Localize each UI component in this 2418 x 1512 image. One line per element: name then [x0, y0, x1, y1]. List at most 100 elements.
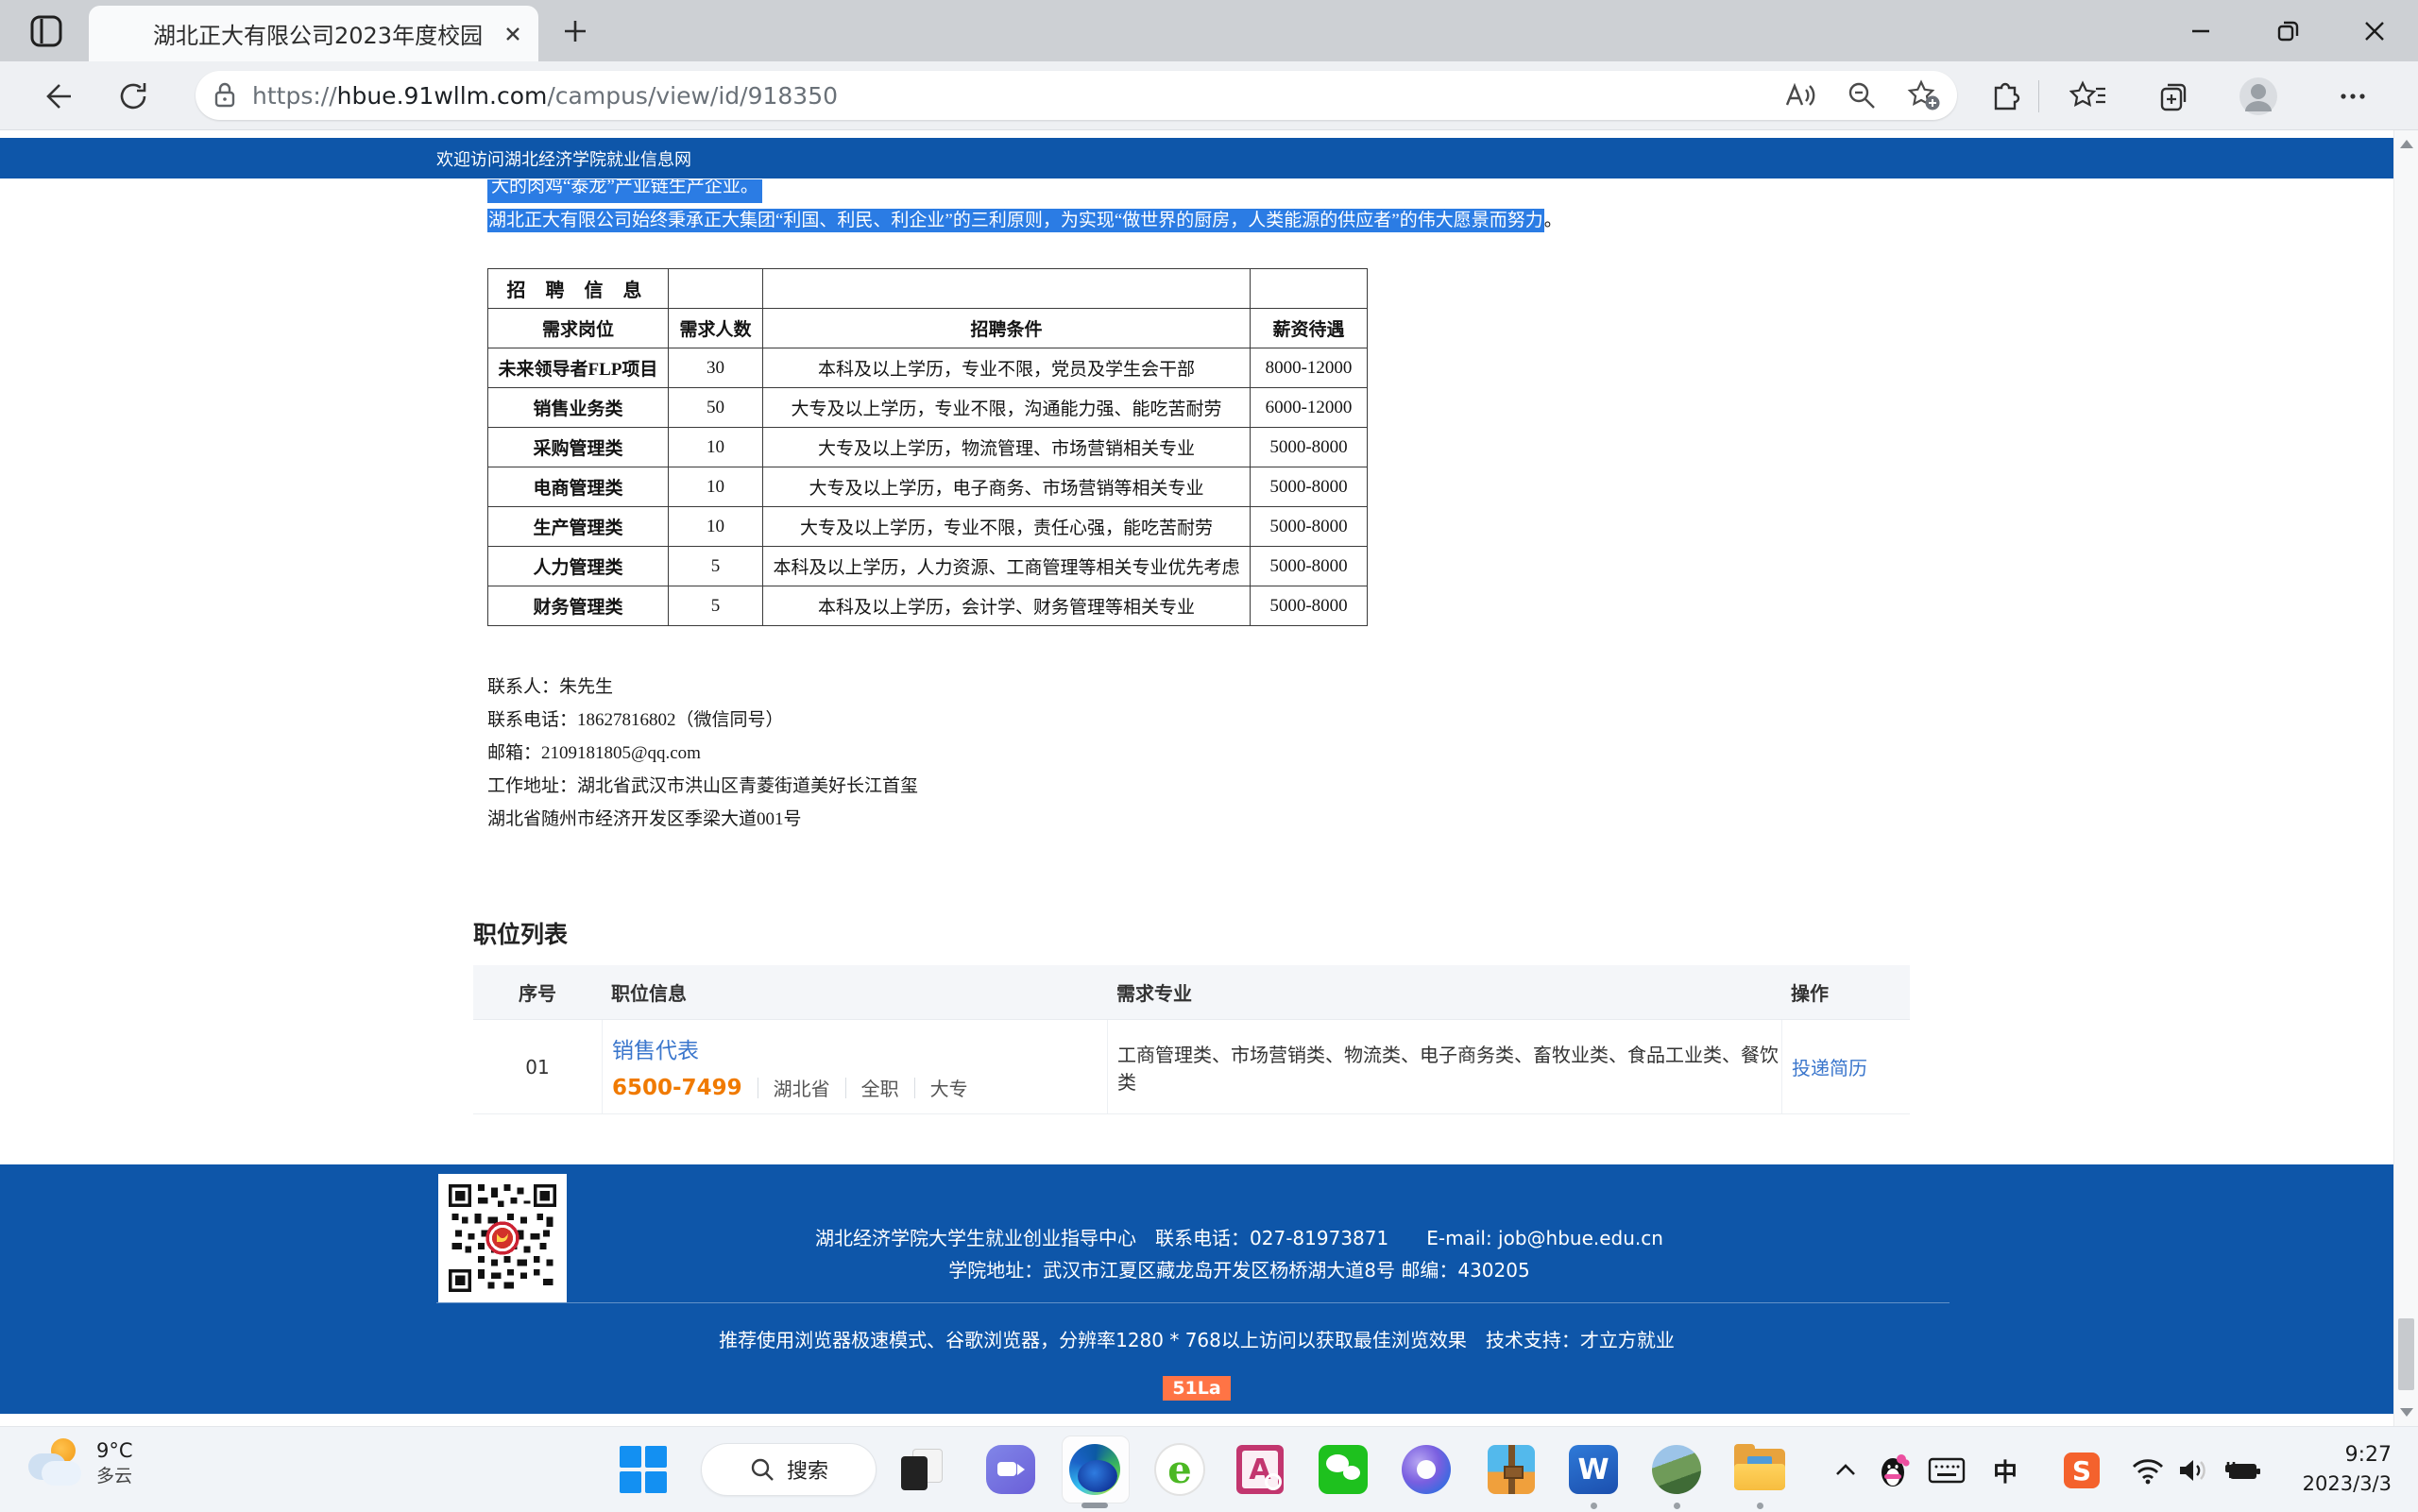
job-list-table: 序号 职位信息 需求专业 操作 01 销售代表 6500-7499 湖北省 全职… [473, 965, 1910, 1114]
ime-indicator[interactable]: 中 [1984, 1450, 2026, 1491]
footer-address-line: 学院地址：武汉市江夏区藏龙岛开发区杨桥湖大道8号 邮编：430205 [0, 1255, 2393, 1283]
photos-running-indicator [1674, 1503, 1680, 1509]
weather-temp: 9°C [96, 1438, 133, 1464]
volume-icon[interactable] [2172, 1450, 2214, 1491]
back-icon[interactable] [34, 75, 77, 118]
taskbar: 9°C 多云 搜索 e A W 中 S [0, 1426, 2418, 1512]
collections-icon[interactable] [2152, 75, 2195, 118]
job-list-header-row: 序号 职位信息 需求专业 操作 [473, 965, 1910, 1020]
meta-separator [845, 1078, 846, 1098]
site-banner: 欢迎访问湖北经济学院就业信息网 [0, 138, 2393, 178]
restore-button[interactable] [2244, 0, 2331, 61]
wifi-icon[interactable] [2127, 1450, 2169, 1491]
browser-tab[interactable]: 湖北正大有限公司2023年度校园 [89, 6, 538, 61]
task-view-button[interactable] [896, 1444, 947, 1495]
qq-tray-icon[interactable] [1872, 1450, 1914, 1491]
settings-menu-icon[interactable] [2331, 75, 2375, 118]
page-scrollbar[interactable] [2393, 130, 2418, 1426]
contact-address-2: 湖北省随州市经济开发区季梁大道001号 [487, 803, 918, 836]
meta-separator [914, 1078, 915, 1098]
minimize-button[interactable] [2157, 0, 2244, 61]
contact-address-1: 工作地址：湖北省武汉市洪山区青菱街道美好长江首玺 [487, 770, 918, 803]
table-row: 人力管理类 5 本科及以上学历，人力资源、工商管理等相关专业优先考虑 5000-… [488, 547, 1368, 586]
360-browser-icon[interactable]: e [1154, 1444, 1205, 1495]
job-salary: 6500-7499 [612, 1076, 742, 1100]
close-button[interactable] [2331, 0, 2418, 61]
add-favorite-icon[interactable] [1906, 78, 1942, 112]
banner-text: 欢迎访问湖北经济学院就业信息网 [436, 146, 691, 171]
scroll-up-arrow[interactable] [2400, 140, 2413, 148]
table-header-row: 需求岗位 需求人数 招聘条件 薪资待遇 [488, 309, 1368, 348]
zoom-out-icon[interactable] [1846, 79, 1878, 111]
job-row[interactable]: 01 销售代表 6500-7499 湖北省 全职 大专 工商管理类、市场营销类、… [473, 1020, 1910, 1114]
selected-text-line: 湖北正大有限公司始终秉承正大集团“利国、利民、利企业”的三利原则，为实现“做世界… [487, 206, 1562, 231]
col-header-majors: 需求专业 [1107, 978, 1781, 1006]
job-degree: 大专 [930, 1074, 968, 1101]
sogou-tray-icon[interactable]: S [2061, 1450, 2103, 1491]
table-title-row: 招 聘 信 息 [488, 269, 1368, 309]
url-scheme: https:// [252, 82, 337, 110]
footer-divider [436, 1302, 1950, 1303]
contact-person: 联系人：朱先生 [487, 671, 918, 704]
job-majors: 工商管理类、市场营销类、物流类、电子商务类、畜牧业类、食品工业类、餐饮类 [1107, 1020, 1781, 1113]
read-aloud-icon[interactable] [1783, 80, 1817, 110]
url-text: https://hbue.91wllm.com/campus/view/id/9… [252, 82, 1764, 110]
job-location: 湖北省 [774, 1074, 830, 1101]
word-app-icon[interactable]: W [1568, 1444, 1619, 1495]
extensions-icon[interactable] [1984, 75, 2027, 118]
weather-condition: 多云 [96, 1464, 133, 1489]
apply-resume-link[interactable]: 投递简历 [1781, 1020, 1910, 1113]
job-no: 01 [473, 1020, 602, 1113]
footer-notice-line: 推荐使用浏览器极速模式、谷歌浏览器，分辨率1280 * 768以上访问以获取最佳… [0, 1325, 2393, 1352]
job-info-cell: 销售代表 6500-7499 湖北省 全职 大专 [602, 1020, 1107, 1113]
lock-icon[interactable] [211, 80, 239, 110]
zip-app-icon[interactable] [1486, 1444, 1537, 1495]
job-list-heading: 职位列表 [473, 916, 568, 950]
table-row: 电商管理类 10 大专及以上学历，电子商务、市场营销等相关专业 5000-800… [488, 467, 1368, 507]
job-title-link[interactable]: 销售代表 [612, 1032, 699, 1064]
browser-toolbar: https://hbue.91wllm.com/campus/view/id/9… [0, 61, 2418, 130]
tab-close-icon[interactable] [501, 22, 525, 46]
touch-keyboard-icon[interactable] [1926, 1450, 1967, 1491]
contact-phone: 联系电话：18627816802（微信同号） [487, 704, 918, 737]
weather-icon [26, 1436, 85, 1491]
scrollbar-thumb[interactable] [2398, 1318, 2414, 1390]
weather-widget[interactable]: 9°C 多云 [26, 1436, 133, 1491]
selected-text-line-clipped: 大的肉鸡“泰龙”产业链生产企业。 [487, 179, 762, 203]
tab-title: 湖北正大有限公司2023年度校园 [153, 17, 499, 50]
analytics-badge[interactable]: 51La [0, 1376, 2393, 1401]
edge-app-icon[interactable] [1069, 1444, 1120, 1495]
explorer-running-indicator [1757, 1503, 1763, 1509]
profile-avatar[interactable] [2237, 75, 2280, 118]
battery-icon[interactable] [2222, 1450, 2263, 1491]
copilot-app-icon[interactable] [1401, 1444, 1452, 1495]
clock-widget[interactable]: 9:27 2023/3/3 [2303, 1440, 2392, 1499]
file-explorer-icon[interactable] [1734, 1444, 1785, 1495]
word-running-indicator [1591, 1503, 1597, 1509]
wechat-app-icon[interactable] [1318, 1444, 1369, 1495]
start-button[interactable] [620, 1446, 667, 1493]
access-app-icon[interactable]: A [1235, 1444, 1286, 1495]
toolbar-separator [2038, 80, 2039, 112]
clock-date: 2023/3/3 [2303, 1470, 2392, 1499]
col-header-info: 职位信息 [602, 978, 1107, 1006]
favorites-icon[interactable] [2067, 75, 2110, 118]
table-row: 财务管理类 5 本科及以上学历，会计学、财务管理等相关专业 5000-8000 [488, 586, 1368, 626]
col-header-no: 序号 [473, 978, 602, 1006]
recruitment-table: 招 聘 信 息 需求岗位 需求人数 招聘条件 薪资待遇 未来领导者FLP项目 3… [487, 268, 1368, 626]
url-host: hbue.91wllm.com [337, 82, 548, 110]
clock-time: 9:27 [2303, 1440, 2392, 1470]
search-label: 搜索 [787, 1454, 828, 1485]
tray-chevron-icon[interactable] [1825, 1450, 1866, 1491]
taskbar-search[interactable]: 搜索 [701, 1443, 877, 1496]
address-bar[interactable]: https://hbue.91wllm.com/campus/view/id/9… [196, 71, 1957, 120]
workspaces-icon[interactable] [28, 13, 64, 49]
edge-running-indicator [1081, 1503, 1108, 1508]
chat-app-icon[interactable] [985, 1444, 1036, 1495]
browser-titlebar: 湖北正大有限公司2023年度校园 [0, 0, 2418, 61]
new-tab-button[interactable] [559, 15, 591, 47]
refresh-icon[interactable] [111, 75, 155, 118]
table-title: 招 聘 信 息 [488, 269, 669, 309]
photos-app-icon[interactable] [1651, 1444, 1702, 1495]
scroll-down-arrow[interactable] [2400, 1408, 2413, 1417]
